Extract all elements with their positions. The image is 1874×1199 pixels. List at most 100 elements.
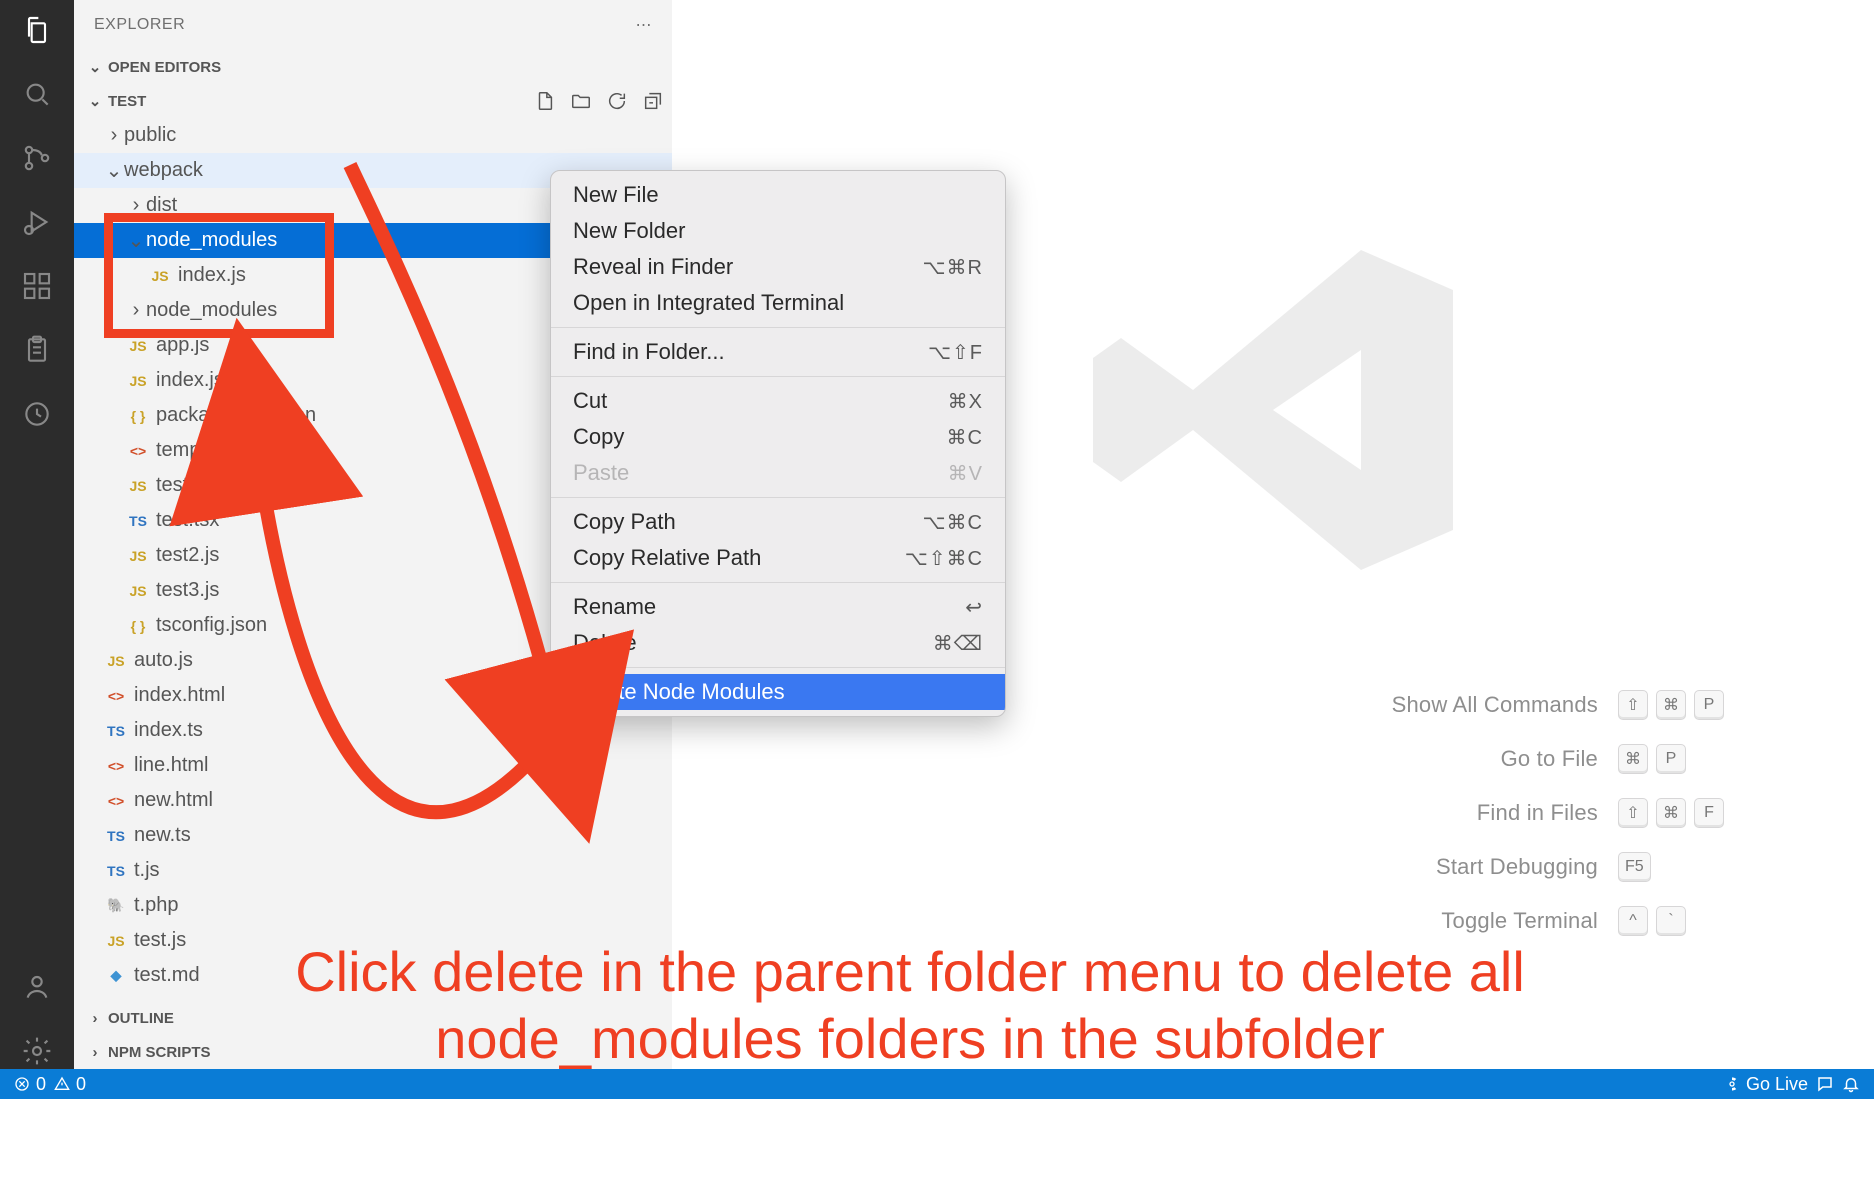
menu-item-label: Copy — [573, 424, 947, 450]
item-name: public — [124, 124, 176, 147]
file-row[interactable]: <> line.html — [74, 748, 672, 783]
go-live-button[interactable]: Go Live — [1724, 1074, 1808, 1095]
chevron-down-icon: ⌄ — [86, 58, 104, 76]
more-icon[interactable]: ⋯ — [636, 15, 653, 35]
workspace-section[interactable]: ⌄ TEST — [74, 84, 672, 118]
timeline-icon[interactable] — [19, 396, 55, 432]
chevron-right-icon: › — [126, 194, 146, 217]
item-name: package-lock.json — [156, 404, 316, 427]
explorer-icon[interactable] — [19, 12, 55, 48]
menu-item-shortcut: ⌥⌘C — [923, 510, 984, 535]
explorer-title: EXPLORER — [94, 16, 636, 34]
item-name: line.html — [134, 754, 208, 777]
menu-item-label: Copy Relative Path — [573, 545, 905, 571]
menu-item-new-file[interactable]: New File — [551, 177, 1005, 213]
welcome-keys: ^` — [1618, 906, 1724, 936]
activity-bar — [0, 0, 74, 1069]
scm-icon[interactable] — [19, 140, 55, 176]
debug-icon[interactable] — [19, 204, 55, 240]
chevron-down-icon: ⌄ — [86, 92, 104, 110]
chevron-right-icon: › — [104, 124, 124, 147]
welcome-label: Go to File — [1392, 746, 1598, 772]
menu-item-new-folder[interactable]: New Folder — [551, 213, 1005, 249]
menu-item-label: Delete — [573, 630, 933, 656]
menu-item-open-in-integrated-terminal[interactable]: Open in Integrated Terminal — [551, 285, 1005, 321]
item-name: index.ts — [134, 719, 203, 742]
workspace-actions — [534, 90, 664, 112]
file-row[interactable]: 🐘 t.php — [74, 888, 672, 923]
file-row[interactable]: TSnew.ts — [74, 818, 672, 853]
outline-section[interactable]: › OUTLINE — [74, 1001, 672, 1035]
menu-item-copy[interactable]: Copy⌘C — [551, 419, 1005, 455]
menu-item-rename[interactable]: Rename↩ — [551, 589, 1005, 625]
item-name: index.js — [178, 264, 246, 287]
new-file-icon[interactable] — [534, 90, 556, 112]
welcome-keys: ⇧⌘F — [1618, 798, 1724, 828]
item-name: template.html — [156, 439, 276, 462]
php-file-icon: 🐘 — [104, 897, 128, 914]
clipboard-icon[interactable] — [19, 332, 55, 368]
menu-item-label: Cut — [573, 388, 948, 414]
file-row[interactable]: JStest.js — [74, 923, 672, 958]
ts-file-icon: TS — [104, 863, 128, 879]
chevron-right-icon: › — [126, 299, 146, 322]
html-file-icon: <> — [104, 688, 128, 704]
menu-item-label: Reveal in Finder — [573, 254, 923, 280]
menu-item-label: Open in Integrated Terminal — [573, 290, 983, 316]
item-name: test.js — [134, 929, 186, 952]
file-row[interactable]: <>new.html — [74, 783, 672, 818]
feedback-icon[interactable] — [1816, 1075, 1834, 1093]
menu-item-reveal-in-finder[interactable]: Reveal in Finder⌥⌘R — [551, 249, 1005, 285]
menu-item-label: New File — [573, 182, 983, 208]
settings-icon[interactable] — [19, 1033, 55, 1069]
welcome-label: Toggle Terminal — [1392, 908, 1598, 934]
welcome-label: Show All Commands — [1392, 692, 1598, 718]
open-editors-section[interactable]: ⌄ OPEN EDITORS — [74, 50, 672, 84]
menu-item-copy-relative-path[interactable]: Copy Relative Path⌥⇧⌘C — [551, 540, 1005, 576]
npm-scripts-section[interactable]: › NPM SCRIPTS — [74, 1035, 672, 1069]
workspace-label: TEST — [108, 93, 534, 110]
folder-row[interactable]: ›public — [74, 118, 672, 153]
error-count: 0 — [36, 1074, 46, 1095]
kbd-key: ` — [1656, 906, 1686, 936]
file-row[interactable]: ◆test.md — [74, 958, 672, 993]
context-menu[interactable]: New File New FolderReveal in Finder⌥⌘R Ope… — [550, 170, 1006, 717]
file-row[interactable]: TSt.js — [74, 853, 672, 888]
menu-item-shortcut: ↩ — [965, 595, 983, 620]
menu-item-copy-path[interactable]: Copy Path⌥⌘C — [551, 504, 1005, 540]
item-name: tsconfig.json — [156, 614, 267, 637]
item-name: dist — [146, 194, 177, 217]
new-folder-icon[interactable] — [570, 90, 592, 112]
item-name: test3.js — [156, 579, 219, 602]
kbd-key: F — [1694, 798, 1724, 828]
menu-item-cut[interactable]: Cut⌘X — [551, 383, 1005, 419]
menu-item-label: Delete Node Modules — [573, 679, 983, 705]
ts-file-icon: TS — [126, 513, 150, 529]
js-file-icon: JS — [126, 478, 150, 494]
extensions-icon[interactable] — [19, 268, 55, 304]
kbd-key: ⌘ — [1656, 798, 1686, 828]
collapse-all-icon[interactable] — [642, 90, 664, 112]
file-row[interactable]: TS index.ts — [74, 713, 672, 748]
menu-item-find-in-folder[interactable]: Find in Folder...⌥⇧F — [551, 334, 1005, 370]
open-editors-label: OPEN EDITORS — [108, 59, 664, 76]
json-file-icon: { } — [126, 408, 150, 424]
item-name: t.php — [134, 894, 178, 917]
menu-item-label: Find in Folder... — [573, 339, 928, 365]
welcome-label: Find in Files — [1392, 800, 1598, 826]
kbd-key: ⌘ — [1656, 690, 1686, 720]
account-icon[interactable] — [19, 969, 55, 1005]
status-warnings[interactable]: 0 — [54, 1074, 86, 1095]
item-name: test.tsx — [156, 509, 219, 532]
menu-item-delete[interactable]: Delete⌘⌫ — [551, 625, 1005, 661]
html-file-icon: <> — [104, 758, 128, 774]
search-icon[interactable] — [19, 76, 55, 112]
status-errors[interactable]: 0 — [14, 1074, 46, 1095]
item-name: node_modules — [146, 299, 277, 322]
menu-item-shortcut: ⌘C — [947, 425, 983, 450]
menu-item-shortcut: ⌘⌫ — [933, 631, 983, 656]
ts-file-icon: TS — [104, 723, 128, 739]
bell-icon[interactable] — [1842, 1075, 1860, 1093]
refresh-icon[interactable] — [606, 90, 628, 112]
menu-item-delete-node-modules[interactable]: Delete Node Modules — [551, 674, 1005, 710]
